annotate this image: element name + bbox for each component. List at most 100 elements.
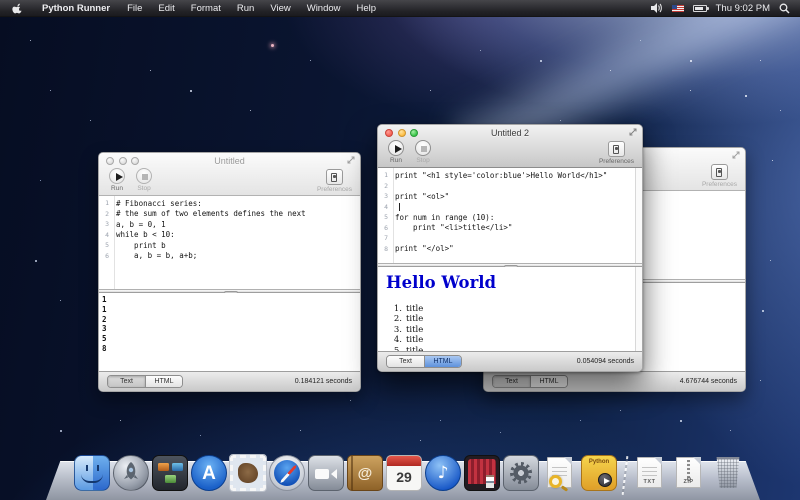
- stop-label: Stop: [416, 157, 429, 164]
- itunes-icon[interactable]: [425, 455, 461, 491]
- untitled2-window: Untitled 2 Run Stop Preferences: [377, 124, 643, 372]
- spotlight-icon[interactable]: [779, 3, 790, 14]
- menu-clock[interactable]: Thu 9:02 PM: [716, 3, 770, 14]
- pink-star: [271, 44, 274, 47]
- tab-html[interactable]: HTML: [530, 376, 567, 387]
- line-number: 5: [99, 241, 112, 249]
- finder-icon[interactable]: [74, 455, 110, 491]
- stop-button[interactable]: [415, 140, 431, 156]
- run-button[interactable]: [109, 168, 125, 184]
- photo-booth-icon[interactable]: [464, 455, 500, 491]
- code-line: while b < 10:: [112, 230, 175, 239]
- menu-view[interactable]: View: [262, 3, 298, 14]
- app-store-icon[interactable]: [191, 455, 227, 491]
- dock-divider: [620, 455, 629, 491]
- list-item: 3.title: [386, 325, 634, 335]
- tab-html[interactable]: HTML: [424, 356, 461, 367]
- switch-icon: [331, 173, 337, 182]
- system-preferences-icon[interactable]: [503, 455, 539, 491]
- elapsed-time: 4.676744 seconds: [680, 378, 737, 385]
- zip-document-icon[interactable]: ZIP: [671, 455, 707, 491]
- volume-icon[interactable]: [651, 3, 663, 13]
- magnifier-icon: [549, 475, 562, 488]
- run-label: Run: [111, 185, 123, 192]
- minimize-button[interactable]: [119, 157, 127, 165]
- output-mode-tabs: Text HTML: [492, 375, 568, 388]
- resize-icon[interactable]: [629, 128, 637, 136]
- code-scrollbar[interactable]: [635, 168, 642, 263]
- menu-window[interactable]: Window: [299, 3, 349, 14]
- run-label: Run: [390, 157, 402, 164]
- code-line: print b: [112, 241, 166, 250]
- menu-app-name[interactable]: Python Runner: [33, 3, 119, 14]
- code-editor[interactable]: 1print "<h1 style='color:blue'>Hello Wor…: [378, 168, 642, 263]
- mission-control-icon[interactable]: [152, 455, 188, 491]
- stop-icon: [142, 174, 148, 180]
- code-line: # the sum of two elements defines the ne…: [112, 209, 306, 218]
- close-button[interactable]: [385, 129, 393, 137]
- bottom-bar: Text HTML 0.054094 seconds: [378, 351, 642, 371]
- menu-edit[interactable]: Edit: [150, 3, 182, 14]
- line-number: 6: [99, 252, 112, 260]
- facetime-icon[interactable]: [308, 455, 344, 491]
- calendar-icon[interactable]: 29: [386, 455, 422, 491]
- line-number: 7: [378, 234, 391, 242]
- code-editor[interactable]: 1# Fibonacci series: 2# the sum of two e…: [99, 196, 360, 289]
- resize-icon[interactable]: [732, 151, 740, 159]
- elapsed-time: 0.054094 seconds: [577, 358, 634, 365]
- tab-html[interactable]: HTML: [145, 376, 182, 387]
- gear-icon: [510, 462, 532, 484]
- zoom-button[interactable]: [410, 129, 418, 137]
- code-line: a, b = b, a+b;: [112, 251, 197, 260]
- window-header[interactable]: Untitled Run Stop Preferences: [99, 153, 360, 196]
- zoom-button[interactable]: [131, 157, 139, 165]
- output-line: 2: [99, 315, 360, 325]
- window-header[interactable]: Untitled 2 Run Stop Preferences: [378, 125, 642, 168]
- tab-text[interactable]: Text: [387, 356, 424, 367]
- output-line: 8: [99, 344, 360, 354]
- safari-icon[interactable]: [269, 455, 305, 491]
- file-search-app-icon[interactable]: [542, 455, 578, 491]
- preferences-label: Preferences: [702, 181, 737, 188]
- preferences-label: Preferences: [317, 186, 352, 193]
- menu-help[interactable]: Help: [349, 3, 385, 14]
- resize-icon[interactable]: [347, 156, 355, 164]
- bottom-bar: Text HTML 4.676744 seconds: [484, 371, 745, 391]
- text-cursor: [399, 203, 400, 211]
- python-runner-icon[interactable]: Python: [581, 455, 617, 491]
- run-button[interactable]: [388, 140, 404, 156]
- list-item: 5.title: [386, 346, 634, 351]
- window-title: Untitled: [214, 156, 245, 166]
- calendar-day: 29: [387, 466, 421, 489]
- apple-menu[interactable]: [0, 0, 33, 16]
- us-flag-icon[interactable]: [672, 5, 684, 12]
- mail-icon[interactable]: [230, 455, 266, 491]
- launchpad-icon[interactable]: [113, 455, 149, 491]
- preferences-button[interactable]: [711, 164, 728, 180]
- txt-document-icon[interactable]: TXT: [632, 455, 668, 491]
- output-pane[interactable]: 1 1 2 3 5 8: [99, 293, 360, 371]
- minimize-button[interactable]: [398, 129, 406, 137]
- menu-file[interactable]: File: [119, 3, 150, 14]
- close-button[interactable]: [106, 157, 114, 165]
- tab-text[interactable]: Text: [493, 376, 530, 387]
- menu-format[interactable]: Format: [183, 3, 229, 14]
- list-item: 1.title: [386, 304, 634, 314]
- address-book-icon[interactable]: [347, 455, 383, 491]
- stop-label: Stop: [137, 185, 150, 192]
- preferences-label: Preferences: [599, 158, 634, 165]
- html-output-pane[interactable]: Hello World 1.title 2.title 3.title 4.ti…: [378, 267, 642, 351]
- stop-button[interactable]: [136, 168, 152, 184]
- line-number: 8: [378, 245, 391, 253]
- menu-run[interactable]: Run: [229, 3, 262, 14]
- battery-icon[interactable]: [693, 5, 707, 12]
- tab-text[interactable]: Text: [108, 376, 145, 387]
- code-line: for num in range (10):: [391, 213, 494, 222]
- preferences-button[interactable]: [326, 169, 343, 185]
- preferences-button[interactable]: [608, 141, 625, 157]
- trash-icon[interactable]: [710, 455, 746, 491]
- play-icon: [395, 145, 402, 153]
- code-line: # Fibonacci series:: [112, 199, 202, 208]
- bottom-bar: Text HTML 0.184121 seconds: [99, 371, 360, 391]
- output-scrollbar[interactable]: [635, 267, 642, 351]
